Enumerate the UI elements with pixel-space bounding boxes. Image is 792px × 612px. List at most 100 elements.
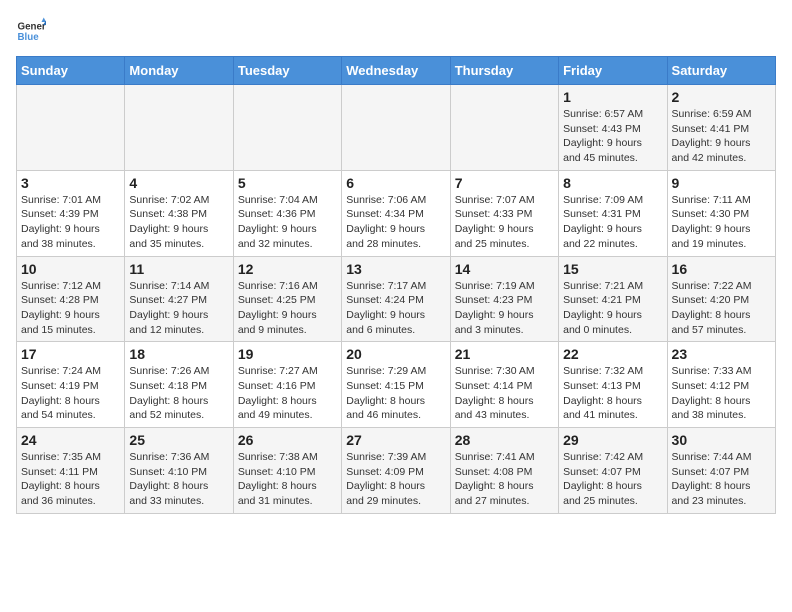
day-number: 1 xyxy=(563,89,662,105)
calendar-week-row: 17 Sunrise: 7:24 AM Sunset: 4:19 PM Dayli… xyxy=(17,342,776,428)
day-number: 20 xyxy=(346,346,445,362)
day-info: Sunrise: 7:16 AM Sunset: 4:25 PM Dayligh… xyxy=(238,279,337,338)
day-info: Sunrise: 7:07 AM Sunset: 4:33 PM Dayligh… xyxy=(455,193,554,252)
day-number: 4 xyxy=(129,175,228,191)
calendar-cell xyxy=(342,85,450,171)
day-info: Sunrise: 7:29 AM Sunset: 4:15 PM Dayligh… xyxy=(346,364,445,423)
calendar-cell: 30 Sunrise: 7:44 AM Sunset: 4:07 PM Dayli… xyxy=(667,428,775,514)
calendar-cell xyxy=(125,85,233,171)
calendar-cell: 15 Sunrise: 7:21 AM Sunset: 4:21 PM Dayli… xyxy=(559,256,667,342)
day-number: 17 xyxy=(21,346,120,362)
calendar-cell: 25 Sunrise: 7:36 AM Sunset: 4:10 PM Dayli… xyxy=(125,428,233,514)
day-number: 27 xyxy=(346,432,445,448)
day-info: Sunrise: 7:41 AM Sunset: 4:08 PM Dayligh… xyxy=(455,450,554,509)
day-info: Sunrise: 7:21 AM Sunset: 4:21 PM Dayligh… xyxy=(563,279,662,338)
day-number: 10 xyxy=(21,261,120,277)
day-number: 3 xyxy=(21,175,120,191)
day-number: 14 xyxy=(455,261,554,277)
day-number: 23 xyxy=(672,346,771,362)
day-info: Sunrise: 7:35 AM Sunset: 4:11 PM Dayligh… xyxy=(21,450,120,509)
day-info: Sunrise: 7:12 AM Sunset: 4:28 PM Dayligh… xyxy=(21,279,120,338)
day-info: Sunrise: 6:59 AM Sunset: 4:41 PM Dayligh… xyxy=(672,107,771,166)
day-number: 16 xyxy=(672,261,771,277)
calendar-cell: 3Sunrise: 7:01 AM Sunset: 4:39 PM Daylig… xyxy=(17,170,125,256)
calendar-table: SundayMondayTuesdayWednesdayThursdayFrid… xyxy=(16,56,776,514)
calendar-cell: 1 Sunrise: 6:57 AM Sunset: 4:43 PM Daylig… xyxy=(559,85,667,171)
calendar-cell: 17 Sunrise: 7:24 AM Sunset: 4:19 PM Dayli… xyxy=(17,342,125,428)
day-info: Sunrise: 7:33 AM Sunset: 4:12 PM Dayligh… xyxy=(672,364,771,423)
calendar-body: 1 Sunrise: 6:57 AM Sunset: 4:43 PM Daylig… xyxy=(17,85,776,514)
calendar-cell: 20 Sunrise: 7:29 AM Sunset: 4:15 PM Dayli… xyxy=(342,342,450,428)
calendar-cell: 11 Sunrise: 7:14 AM Sunset: 4:27 PM Dayli… xyxy=(125,256,233,342)
calendar-cell: 18Sunrise: 7:26 AM Sunset: 4:18 PM Dayli… xyxy=(125,342,233,428)
day-info: Sunrise: 7:38 AM Sunset: 4:10 PM Dayligh… xyxy=(238,450,337,509)
day-number: 30 xyxy=(672,432,771,448)
day-info: Sunrise: 7:04 AM Sunset: 4:36 PM Dayligh… xyxy=(238,193,337,252)
day-info: Sunrise: 7:24 AM Sunset: 4:19 PM Dayligh… xyxy=(21,364,120,423)
calendar-cell: 23 Sunrise: 7:33 AM Sunset: 4:12 PM Dayli… xyxy=(667,342,775,428)
calendar-header: SundayMondayTuesdayWednesdayThursdayFrid… xyxy=(17,57,776,85)
day-info: Sunrise: 7:02 AM Sunset: 4:38 PM Dayligh… xyxy=(129,193,228,252)
calendar-week-row: 10 Sunrise: 7:12 AM Sunset: 4:28 PM Dayli… xyxy=(17,256,776,342)
day-info: Sunrise: 7:42 AM Sunset: 4:07 PM Dayligh… xyxy=(563,450,662,509)
day-number: 18 xyxy=(129,346,228,362)
calendar-cell: 14Sunrise: 7:19 AM Sunset: 4:23 PM Dayli… xyxy=(450,256,558,342)
weekday-header-monday: Monday xyxy=(125,57,233,85)
day-info: Sunrise: 6:57 AM Sunset: 4:43 PM Dayligh… xyxy=(563,107,662,166)
calendar-cell: 12 Sunrise: 7:16 AM Sunset: 4:25 PM Dayli… xyxy=(233,256,341,342)
day-info: Sunrise: 7:06 AM Sunset: 4:34 PM Dayligh… xyxy=(346,193,445,252)
calendar-cell xyxy=(17,85,125,171)
day-number: 13 xyxy=(346,261,445,277)
day-info: Sunrise: 7:36 AM Sunset: 4:10 PM Dayligh… xyxy=(129,450,228,509)
calendar-cell: 22Sunrise: 7:32 AM Sunset: 4:13 PM Dayli… xyxy=(559,342,667,428)
day-info: Sunrise: 7:30 AM Sunset: 4:14 PM Dayligh… xyxy=(455,364,554,423)
calendar-cell: 26 Sunrise: 7:38 AM Sunset: 4:10 PM Dayli… xyxy=(233,428,341,514)
weekday-header-row: SundayMondayTuesdayWednesdayThursdayFrid… xyxy=(17,57,776,85)
calendar-cell xyxy=(233,85,341,171)
day-info: Sunrise: 7:39 AM Sunset: 4:09 PM Dayligh… xyxy=(346,450,445,509)
svg-text:Blue: Blue xyxy=(18,32,40,43)
calendar-cell: 5 Sunrise: 7:04 AM Sunset: 4:36 PM Daylig… xyxy=(233,170,341,256)
day-number: 21 xyxy=(455,346,554,362)
calendar-cell: 7Sunrise: 7:07 AM Sunset: 4:33 PM Daylig… xyxy=(450,170,558,256)
day-number: 2 xyxy=(672,89,771,105)
day-number: 8 xyxy=(563,175,662,191)
day-number: 26 xyxy=(238,432,337,448)
weekday-header-tuesday: Tuesday xyxy=(233,57,341,85)
weekday-header-thursday: Thursday xyxy=(450,57,558,85)
day-number: 25 xyxy=(129,432,228,448)
day-number: 15 xyxy=(563,261,662,277)
calendar-cell: 19 Sunrise: 7:27 AM Sunset: 4:16 PM Dayli… xyxy=(233,342,341,428)
day-info: Sunrise: 7:32 AM Sunset: 4:13 PM Dayligh… xyxy=(563,364,662,423)
calendar-cell: 13 Sunrise: 7:17 AM Sunset: 4:24 PM Dayli… xyxy=(342,256,450,342)
calendar-cell: 8Sunrise: 7:09 AM Sunset: 4:31 PM Daylig… xyxy=(559,170,667,256)
day-number: 28 xyxy=(455,432,554,448)
day-info: Sunrise: 7:11 AM Sunset: 4:30 PM Dayligh… xyxy=(672,193,771,252)
day-info: Sunrise: 7:44 AM Sunset: 4:07 PM Dayligh… xyxy=(672,450,771,509)
weekday-header-sunday: Sunday xyxy=(17,57,125,85)
day-number: 19 xyxy=(238,346,337,362)
day-number: 9 xyxy=(672,175,771,191)
day-info: Sunrise: 7:14 AM Sunset: 4:27 PM Dayligh… xyxy=(129,279,228,338)
calendar-cell: 21 Sunrise: 7:30 AM Sunset: 4:14 PM Dayli… xyxy=(450,342,558,428)
calendar-cell xyxy=(450,85,558,171)
calendar-cell: 16 Sunrise: 7:22 AM Sunset: 4:20 PM Dayli… xyxy=(667,256,775,342)
calendar-cell: 9 Sunrise: 7:11 AM Sunset: 4:30 PM Daylig… xyxy=(667,170,775,256)
calendar-cell: 24Sunrise: 7:35 AM Sunset: 4:11 PM Dayli… xyxy=(17,428,125,514)
day-info: Sunrise: 7:22 AM Sunset: 4:20 PM Dayligh… xyxy=(672,279,771,338)
calendar-cell: 29 Sunrise: 7:42 AM Sunset: 4:07 PM Dayli… xyxy=(559,428,667,514)
day-number: 5 xyxy=(238,175,337,191)
day-number: 12 xyxy=(238,261,337,277)
weekday-header-friday: Friday xyxy=(559,57,667,85)
calendar-cell: 4 Sunrise: 7:02 AM Sunset: 4:38 PM Daylig… xyxy=(125,170,233,256)
logo: General Blue xyxy=(16,16,50,46)
day-number: 11 xyxy=(129,261,228,277)
day-info: Sunrise: 7:17 AM Sunset: 4:24 PM Dayligh… xyxy=(346,279,445,338)
day-number: 29 xyxy=(563,432,662,448)
calendar-week-row: 1 Sunrise: 6:57 AM Sunset: 4:43 PM Daylig… xyxy=(17,85,776,171)
day-info: Sunrise: 7:27 AM Sunset: 4:16 PM Dayligh… xyxy=(238,364,337,423)
logo-icon: General Blue xyxy=(16,16,46,46)
calendar-week-row: 3Sunrise: 7:01 AM Sunset: 4:39 PM Daylig… xyxy=(17,170,776,256)
calendar-cell: 2 Sunrise: 6:59 AM Sunset: 4:41 PM Daylig… xyxy=(667,85,775,171)
calendar-cell: 27 Sunrise: 7:39 AM Sunset: 4:09 PM Dayli… xyxy=(342,428,450,514)
